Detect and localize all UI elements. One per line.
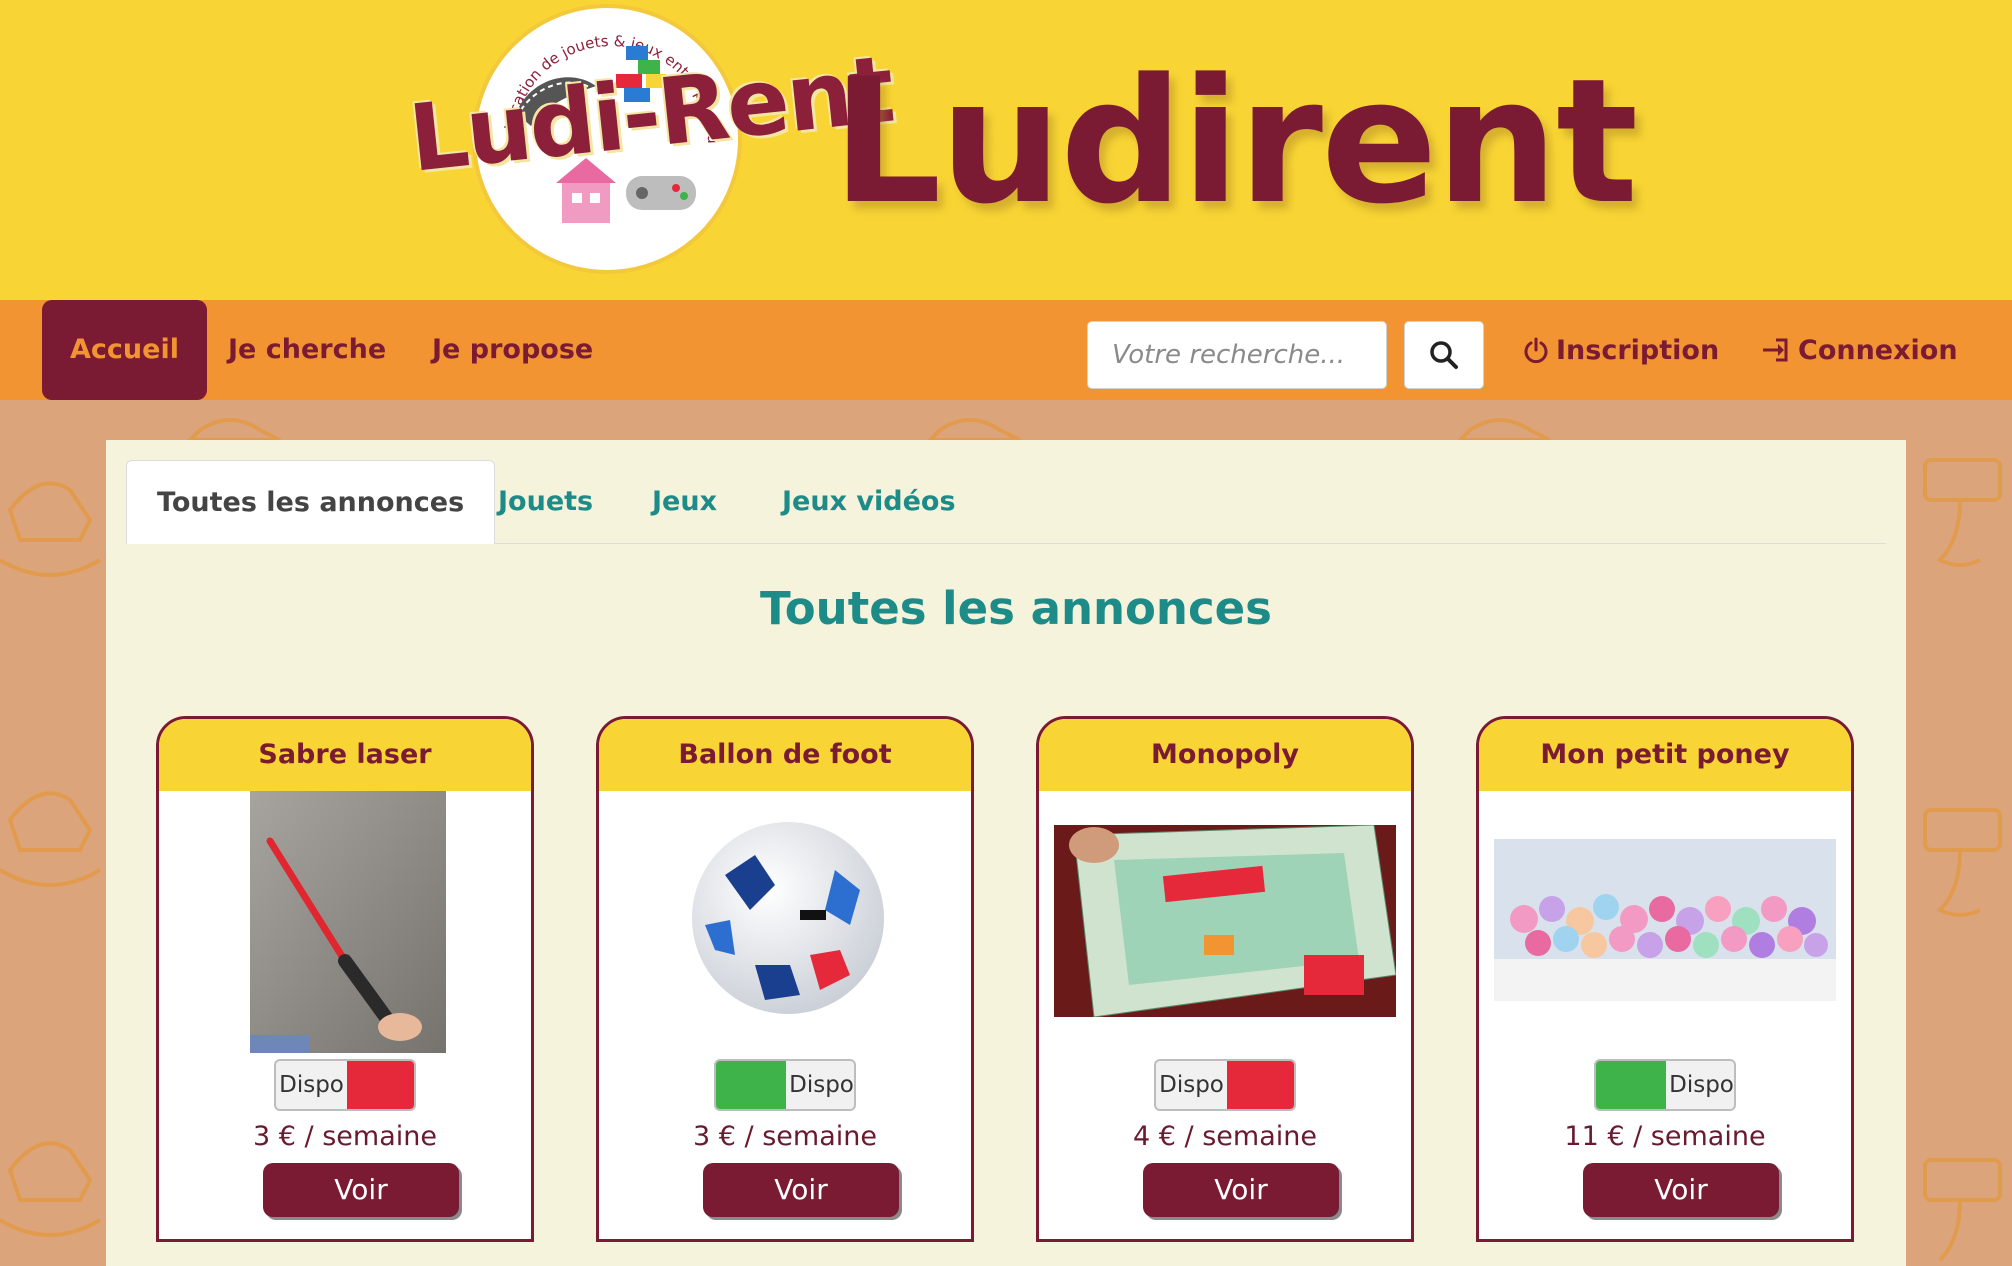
listings-panel: Toutes les annonces Jouets Jeux Jeux vid… <box>106 440 1906 1266</box>
toggle-switch-off <box>1227 1061 1294 1109</box>
voir-button[interactable]: Voir <box>703 1163 899 1217</box>
card-price: 11 € / semaine <box>1564 1121 1766 1152</box>
category-tabs: Toutes les annonces Jouets Jeux Jeux vid… <box>126 460 1886 544</box>
toggle-label: Dispo <box>279 1072 344 1098</box>
tab-jeux-videos[interactable]: Jeux vidéos <box>782 460 956 544</box>
search-input[interactable] <box>1087 321 1387 389</box>
ponies-collection-photo[interactable] <box>1494 839 1836 1001</box>
voir-button[interactable]: Voir <box>1143 1163 1339 1217</box>
toggle-switch-on <box>1596 1061 1666 1109</box>
site-header: Location de jouets & jeux entre particu l… <box>0 0 2012 300</box>
card-title[interactable]: Mon petit poney <box>1479 719 1851 791</box>
listing-card: Monopoly Dispo 4 € / semaine Voir <box>1036 716 1414 1242</box>
tab-toutes-les-annonces[interactable]: Toutes les annonces <box>126 460 496 544</box>
availability-toggle[interactable]: Dispo <box>1594 1059 1736 1111</box>
toggle-label: Dispo <box>1669 1072 1734 1098</box>
site-title[interactable]: Ludirent <box>832 56 1638 228</box>
nav-accueil[interactable]: Accueil <box>42 300 207 400</box>
availability-toggle[interactable]: Dispo <box>1154 1059 1296 1111</box>
search-button[interactable] <box>1404 321 1484 389</box>
availability-toggle[interactable]: Dispo <box>274 1059 416 1111</box>
listing-card: Ballon de foot Dispo 3 € / semaine Voir <box>596 716 974 1242</box>
toggle-switch-off <box>347 1061 414 1109</box>
card-price: 3 € / semaine <box>693 1121 877 1152</box>
nav-connexion[interactable]: Connexion <box>1760 300 1958 400</box>
toggle-switch-on <box>716 1061 786 1109</box>
power-icon <box>1524 337 1548 364</box>
toggle-label: Dispo <box>1159 1072 1224 1098</box>
voir-button[interactable]: Voir <box>263 1163 459 1217</box>
card-price: 4 € / semaine <box>1133 1121 1317 1152</box>
connexion-label: Connexion <box>1798 334 1958 366</box>
voir-button[interactable]: Voir <box>1583 1163 1779 1217</box>
inscription-label: Inscription <box>1556 334 1720 366</box>
card-title[interactable]: Ballon de foot <box>599 719 971 791</box>
section-title: Toutes les annonces <box>760 582 1272 635</box>
monopoly-board-photo[interactable] <box>1054 825 1396 1017</box>
listing-card: Sabre laser Dispo 3 € / semaine Voir <box>156 716 534 1242</box>
tab-jouets[interactable]: Jouets <box>498 460 593 544</box>
toggle-label: Dispo <box>789 1072 854 1098</box>
nav-je-cherche[interactable]: Je cherche <box>228 300 386 400</box>
availability-toggle[interactable]: Dispo <box>714 1059 856 1111</box>
listing-card: Mon petit poney Dispo 11 € / semaine Voi… <box>1476 716 1854 1242</box>
search-icon <box>1430 341 1458 369</box>
football-photo[interactable] <box>685 815 891 1021</box>
nav-inscription[interactable]: Inscription <box>1522 300 1719 400</box>
card-title[interactable]: Sabre laser <box>159 719 531 791</box>
card-price: 3 € / semaine <box>253 1121 437 1152</box>
tab-jeux[interactable]: Jeux <box>652 460 717 544</box>
lightsaber-photo[interactable] <box>250 791 446 1053</box>
nav-je-propose[interactable]: Je propose <box>432 300 593 400</box>
main-navbar: Accueil Je cherche Je propose Inscriptio… <box>0 300 2012 400</box>
login-icon <box>1763 338 1788 362</box>
card-title[interactable]: Monopoly <box>1039 719 1411 791</box>
